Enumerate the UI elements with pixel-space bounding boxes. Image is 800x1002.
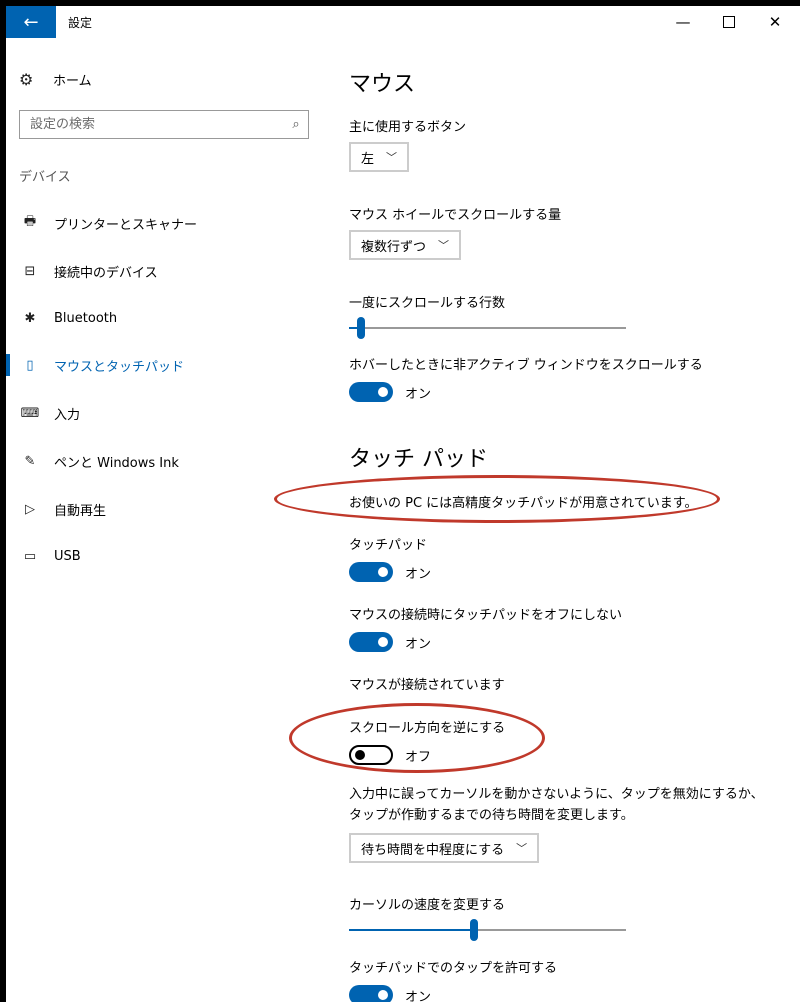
toggle-knob bbox=[378, 387, 388, 397]
sidebar-item-label: USB bbox=[54, 548, 81, 564]
mouse-connected-notice: マウスが接続されています bbox=[349, 678, 505, 693]
settings-window: ← 設定 — ✕ ⚙ ホーム ⌕ デバイス 🖶 プリンターとスキャナー ⊟ 接続… bbox=[6, 6, 800, 1002]
sidebar-item-mouse-touchpad[interactable]: ▯ マウスとタッチパッド bbox=[6, 350, 336, 380]
hover-scroll-label: ホバーしたときに非アクティブ ウィンドウをスクロールする bbox=[349, 358, 703, 373]
precision-touchpad-note: お使いの PC には高精度タッチパッドが用意されています。 bbox=[349, 496, 698, 511]
sidebar-item-label: 入力 bbox=[54, 407, 81, 423]
slider-fill bbox=[349, 929, 474, 931]
sidebar-item-label: Bluetooth bbox=[54, 310, 118, 326]
wheel-scroll-label: マウス ホイールでスクロールする量 bbox=[349, 208, 562, 223]
touchpad-heading: タッチ パッド bbox=[349, 447, 488, 472]
sidebar-item-pen-ink[interactable]: ✎ ペンと Windows Ink bbox=[6, 446, 336, 476]
bluetooth-icon: ✱ bbox=[24, 310, 36, 326]
toggle-knob bbox=[378, 567, 388, 577]
mouse-icon: ▯ bbox=[26, 357, 34, 373]
touchpad-toggle-row: オン bbox=[349, 561, 431, 583]
toggle-knob bbox=[378, 637, 388, 647]
cursor-speed-slider[interactable] bbox=[349, 918, 626, 942]
keep-on-label: マウスの接続時にタッチパッドをオフにしない bbox=[349, 608, 623, 623]
toggle-state: オン bbox=[405, 636, 432, 652]
scroll-lines-slider[interactable] bbox=[349, 316, 626, 340]
dropdown-value: 待ち時間を中程度にする bbox=[361, 842, 505, 858]
cursor-speed-label: カーソルの速度を変更する bbox=[349, 898, 506, 913]
toggle-state: オフ bbox=[405, 749, 432, 765]
active-indicator bbox=[6, 354, 10, 376]
reverse-scroll-toggle-row: オフ bbox=[349, 744, 431, 766]
title-bar: ← 設定 — ✕ bbox=[6, 6, 800, 38]
back-button[interactable]: ← bbox=[6, 6, 56, 38]
maximize-button[interactable] bbox=[706, 6, 752, 38]
touchpad-label: タッチパッド bbox=[349, 538, 428, 553]
printer-icon: 🖶 bbox=[23, 214, 37, 229]
sidebar: ⚙ ホーム ⌕ デバイス 🖶 プリンターとスキャナー ⊟ 接続中のデバイス ✱ … bbox=[6, 38, 336, 1002]
slider-track bbox=[349, 327, 626, 329]
main-content: マウス 主に使用するボタン 左 ﹀ マウス ホイールでスクロールする量 複数行ず… bbox=[349, 38, 789, 1002]
sidebar-item-label: マウスとタッチパッド bbox=[54, 359, 185, 375]
reverse-scroll-label: スクロール方向を逆にする bbox=[349, 721, 506, 736]
sidebar-item-bluetooth[interactable]: ✱ Bluetooth bbox=[6, 303, 336, 333]
sidebar-item-usb[interactable]: ▭ USB bbox=[6, 541, 336, 571]
gear-icon: ⚙ bbox=[19, 69, 34, 89]
settings-search: ⌕ bbox=[19, 110, 309, 139]
app-title: 設定 bbox=[68, 16, 93, 30]
usb-icon: ▭ bbox=[23, 548, 37, 564]
slider-thumb[interactable] bbox=[470, 919, 478, 941]
tap-allow-toggle[interactable] bbox=[349, 985, 393, 1002]
slider-thumb[interactable] bbox=[357, 317, 365, 339]
back-arrow-icon: ← bbox=[23, 11, 39, 33]
chevron-down-icon: ﹀ bbox=[386, 151, 398, 164]
primary-button-dropdown[interactable]: 左 ﹀ bbox=[349, 142, 410, 172]
toggle-knob bbox=[378, 990, 388, 1000]
autoplay-icon: ▷ bbox=[25, 501, 35, 517]
tap-allow-toggle-row: オン bbox=[349, 984, 431, 1002]
category-heading: デバイス bbox=[19, 170, 71, 185]
sidebar-home[interactable]: ⚙ ホーム bbox=[19, 68, 92, 90]
keyboard-icon: ⌨ bbox=[20, 405, 40, 421]
mouse-heading: マウス bbox=[349, 72, 416, 97]
keep-on-toggle[interactable] bbox=[349, 632, 393, 652]
keep-on-toggle-row: オン bbox=[349, 631, 431, 653]
close-icon: ✕ bbox=[768, 13, 782, 31]
toggle-state: オン bbox=[405, 989, 432, 1002]
sidebar-item-typing[interactable]: ⌨ 入力 bbox=[6, 398, 336, 428]
dropdown-value: 複数行ずつ bbox=[361, 239, 427, 255]
sidebar-item-printers[interactable]: 🖶 プリンターとスキャナー bbox=[6, 208, 336, 238]
hover-scroll-toggle[interactable] bbox=[349, 382, 393, 402]
pen-icon: ✎ bbox=[24, 453, 36, 469]
hover-scroll-toggle-row: オン bbox=[349, 381, 431, 403]
sidebar-item-label: 接続中のデバイス bbox=[54, 265, 158, 281]
devices-icon: ⊟ bbox=[24, 263, 36, 279]
sidebar-item-label: ペンと Windows Ink bbox=[54, 455, 179, 471]
toggle-state: オン bbox=[405, 386, 432, 402]
sidebar-item-autoplay[interactable]: ▷ 自動再生 bbox=[6, 494, 336, 524]
sidebar-item-connected-devices[interactable]: ⊟ 接続中のデバイス bbox=[6, 256, 336, 286]
primary-button-label: 主に使用するボタン bbox=[349, 120, 467, 135]
tap-delay-description: 入力中に誤ってカーソルを動かさないように、タップを無効にするか、タップが作動する… bbox=[349, 787, 764, 823]
touchpad-toggle[interactable] bbox=[349, 562, 393, 582]
toggle-state: オン bbox=[405, 566, 432, 582]
search-input[interactable] bbox=[20, 116, 284, 133]
home-label: ホーム bbox=[53, 73, 92, 89]
sidebar-item-label: 自動再生 bbox=[54, 503, 107, 519]
minimize-icon: — bbox=[675, 13, 691, 31]
toggle-knob bbox=[355, 750, 365, 760]
search-icon[interactable]: ⌕ bbox=[284, 117, 308, 132]
chevron-down-icon: ﹀ bbox=[438, 239, 450, 252]
sidebar-item-label: プリンターとスキャナー bbox=[54, 217, 198, 233]
wheel-scroll-dropdown[interactable]: 複数行ずつ ﹀ bbox=[349, 230, 462, 260]
maximize-icon bbox=[723, 16, 735, 28]
tap-delay-dropdown[interactable]: 待ち時間を中程度にする ﹀ bbox=[349, 833, 540, 863]
minimize-button[interactable]: — bbox=[660, 6, 706, 38]
tap-allow-label: タッチパッドでのタップを許可する bbox=[349, 961, 558, 976]
close-button[interactable]: ✕ bbox=[752, 6, 798, 38]
scroll-lines-label: 一度にスクロールする行数 bbox=[349, 296, 506, 311]
dropdown-value: 左 bbox=[361, 151, 375, 167]
chevron-down-icon: ﹀ bbox=[516, 842, 528, 855]
reverse-scroll-toggle[interactable] bbox=[349, 745, 393, 765]
